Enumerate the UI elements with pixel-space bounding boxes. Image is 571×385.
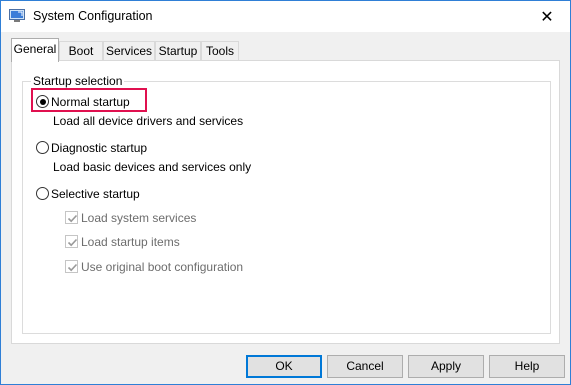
tab-services[interactable]: Services bbox=[103, 41, 155, 61]
apply-button[interactable]: Apply bbox=[408, 355, 484, 378]
close-button[interactable]: ✕ bbox=[524, 1, 570, 32]
normal-startup-description: Load all device drivers and services bbox=[53, 114, 244, 128]
diagnostic-startup-radio[interactable] bbox=[36, 141, 49, 154]
checkmark-icon bbox=[67, 214, 78, 223]
checkmark-icon bbox=[67, 263, 78, 272]
use-original-boot-config-checkbox[interactable] bbox=[65, 260, 78, 273]
load-startup-items-label: Load startup items bbox=[81, 235, 180, 249]
checkmark-icon bbox=[67, 238, 78, 247]
system-configuration-window: System Configuration ✕ General Boot Serv… bbox=[0, 0, 571, 385]
normal-startup-label[interactable]: Normal startup bbox=[51, 95, 130, 109]
msconfig-icon bbox=[9, 9, 25, 23]
cancel-button[interactable]: Cancel bbox=[327, 355, 403, 378]
selective-startup-radio[interactable] bbox=[36, 187, 49, 200]
load-startup-items-checkbox[interactable] bbox=[65, 235, 78, 248]
ok-button[interactable]: OK bbox=[246, 355, 322, 378]
use-original-boot-config-label: Use original boot configuration bbox=[81, 260, 244, 274]
load-system-services-checkbox[interactable] bbox=[65, 211, 78, 224]
title-bar[interactable]: System Configuration ✕ bbox=[1, 1, 570, 32]
diagnostic-startup-label[interactable]: Diagnostic startup bbox=[51, 141, 147, 155]
close-icon: ✕ bbox=[540, 8, 554, 26]
tab-general[interactable]: General bbox=[11, 38, 59, 62]
group-label: Startup selection bbox=[31, 74, 125, 88]
tab-boot[interactable]: Boot bbox=[59, 41, 103, 61]
help-button[interactable]: Help bbox=[489, 355, 565, 378]
tab-tools[interactable]: Tools bbox=[201, 41, 239, 61]
general-tab-panel: Startup selection Normal startup Load al… bbox=[11, 60, 560, 344]
diagnostic-startup-description: Load basic devices and services only bbox=[53, 160, 252, 174]
selective-startup-label[interactable]: Selective startup bbox=[51, 187, 140, 201]
normal-startup-radio[interactable] bbox=[36, 95, 49, 108]
load-system-services-label: Load system services bbox=[81, 211, 197, 225]
tab-startup[interactable]: Startup bbox=[155, 41, 201, 61]
window-title: System Configuration bbox=[33, 9, 153, 23]
